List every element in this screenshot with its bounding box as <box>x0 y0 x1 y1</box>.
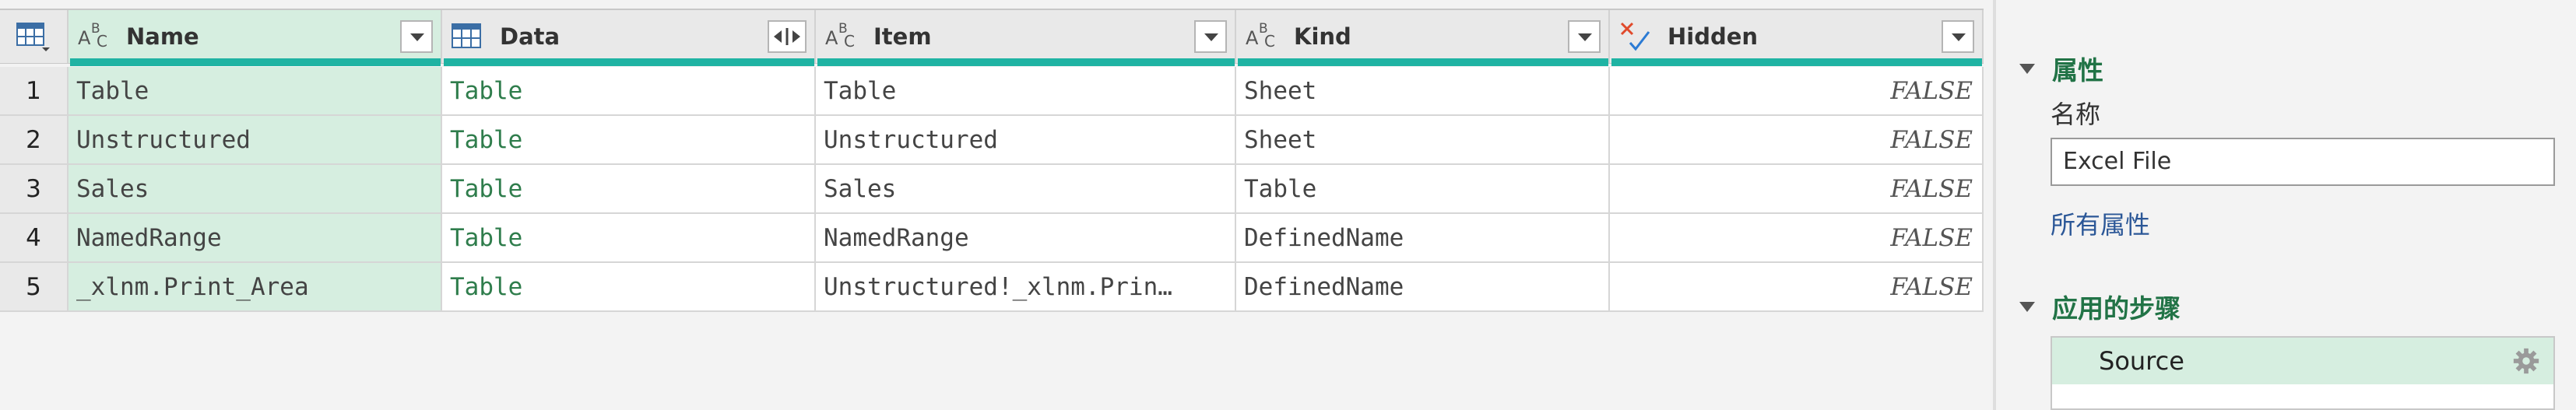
properties-section-title: 属性 <box>2052 55 2103 86</box>
column-filter-dropdown-button[interactable] <box>1942 20 1974 53</box>
query-data-grid: ABC Name Data A B C Item A B C Kind Hidd… <box>0 0 1993 410</box>
query-name-input[interactable]: Excel File <box>2051 138 2555 186</box>
cell-item[interactable]: Sales <box>816 165 1236 214</box>
cell-data-table-link[interactable]: Table <box>442 165 816 214</box>
cell-item[interactable]: Unstructured <box>816 116 1236 165</box>
gear-icon[interactable] <box>2511 346 2541 376</box>
name-label: 名称 <box>2051 100 2101 129</box>
table-menu-button[interactable] <box>0 10 69 63</box>
cell-hidden[interactable]: FALSE <box>1610 165 1984 214</box>
column-quality-bar <box>444 58 814 66</box>
column-quality-bar <box>1611 58 1982 66</box>
cell-data-table-link[interactable]: Table <box>442 67 816 116</box>
row-number[interactable]: 3 <box>0 165 69 214</box>
cell-name[interactable]: _xlnm.Print_Area <box>69 263 442 312</box>
column-header-data[interactable]: Data <box>442 10 816 63</box>
applied-steps-section-title: 应用的步骤 <box>2052 293 2181 324</box>
step-label: Source <box>2099 346 2184 376</box>
table-row[interactable]: 4 NamedRange Table NamedRange DefinedNam… <box>0 214 1984 263</box>
cell-data-table-link[interactable]: Table <box>442 263 816 312</box>
column-header-label: Item <box>873 23 932 50</box>
expand-arrows-icon <box>774 28 800 45</box>
table-type-icon <box>452 21 489 52</box>
column-filter-dropdown-button[interactable] <box>1568 20 1601 53</box>
step-item-source[interactable]: Source <box>2052 338 2553 384</box>
cell-data-table-link[interactable]: Table <box>442 214 816 263</box>
table-row[interactable]: 1 Table Table Table Sheet FALSE <box>0 67 1984 116</box>
column-header-label: Kind <box>1294 23 1351 50</box>
column-header-label: Data <box>500 23 561 50</box>
cell-hidden[interactable]: FALSE <box>1610 67 1984 116</box>
column-quality-bar <box>70 58 441 66</box>
abc-text-type-icon: ABC <box>825 21 855 51</box>
all-properties-link[interactable]: 所有属性 <box>2051 205 2150 241</box>
query-settings-pane: 属性 名称 Excel File 所有属性 应用的步骤 Source <box>1996 0 2576 410</box>
cell-item[interactable]: NamedRange <box>816 214 1236 263</box>
column-header-item[interactable]: ABC Item <box>816 10 1236 63</box>
cell-name[interactable]: Table <box>69 67 442 116</box>
collapse-triangle-icon <box>2019 301 2035 312</box>
collapse-triangle-icon <box>2019 63 2035 74</box>
cell-item[interactable]: Table <box>816 67 1236 116</box>
column-header-kind[interactable]: ABC Kind <box>1236 10 1610 63</box>
row-number[interactable]: 5 <box>0 263 69 312</box>
column-header-name[interactable]: ABC Name <box>69 10 442 63</box>
cell-kind[interactable]: DefinedName <box>1236 263 1610 312</box>
cell-item[interactable]: Unstructured!_xlnm.Prin… <box>816 263 1236 312</box>
properties-section-header[interactable]: 属性 <box>2019 50 2103 87</box>
column-filter-dropdown-button[interactable] <box>1194 20 1227 53</box>
cell-hidden[interactable]: FALSE <box>1610 214 1984 263</box>
logical-type-icon <box>1619 21 1657 52</box>
cell-hidden[interactable]: FALSE <box>1610 116 1984 165</box>
column-quality-bar <box>817 58 1235 66</box>
cell-hidden[interactable]: FALSE <box>1610 263 1984 312</box>
cell-name[interactable]: NamedRange <box>69 214 442 263</box>
cell-kind[interactable]: DefinedName <box>1236 214 1610 263</box>
cell-kind[interactable]: Sheet <box>1236 67 1610 116</box>
column-header-label: Hidden <box>1668 23 1759 50</box>
applied-steps-list: Source <box>2051 336 2555 410</box>
column-header-row: ABC Name Data A B C Item A B C Kind Hidd… <box>0 9 1984 64</box>
cell-kind[interactable]: Table <box>1236 165 1610 214</box>
column-quality-bar <box>1238 58 1608 66</box>
applied-steps-section-header[interactable]: 应用的步骤 <box>2019 288 2181 325</box>
abc-text-type-icon: ABC <box>78 21 107 51</box>
table-row[interactable]: 5 _xlnm.Print_Area Table Unstructured!_x… <box>0 263 1984 312</box>
cell-name[interactable]: Unstructured <box>69 116 442 165</box>
table-menu-icon <box>16 23 50 51</box>
cell-data-table-link[interactable]: Table <box>442 116 816 165</box>
cell-name[interactable]: Sales <box>69 165 442 214</box>
column-header-hidden[interactable]: Hidden <box>1610 10 1984 63</box>
row-number[interactable]: 4 <box>0 214 69 263</box>
table-row[interactable]: 2 Unstructured Table Unstructured Sheet … <box>0 116 1984 165</box>
row-number[interactable]: 1 <box>0 67 69 116</box>
expand-column-button[interactable] <box>768 20 807 53</box>
row-number[interactable]: 2 <box>0 116 69 165</box>
column-filter-dropdown-button[interactable] <box>400 20 433 53</box>
abc-text-type-icon: ABC <box>1246 21 1275 51</box>
cell-kind[interactable]: Sheet <box>1236 116 1610 165</box>
column-header-label: Name <box>126 23 199 50</box>
table-row[interactable]: 3 Sales Table Sales Table FALSE <box>0 165 1984 214</box>
